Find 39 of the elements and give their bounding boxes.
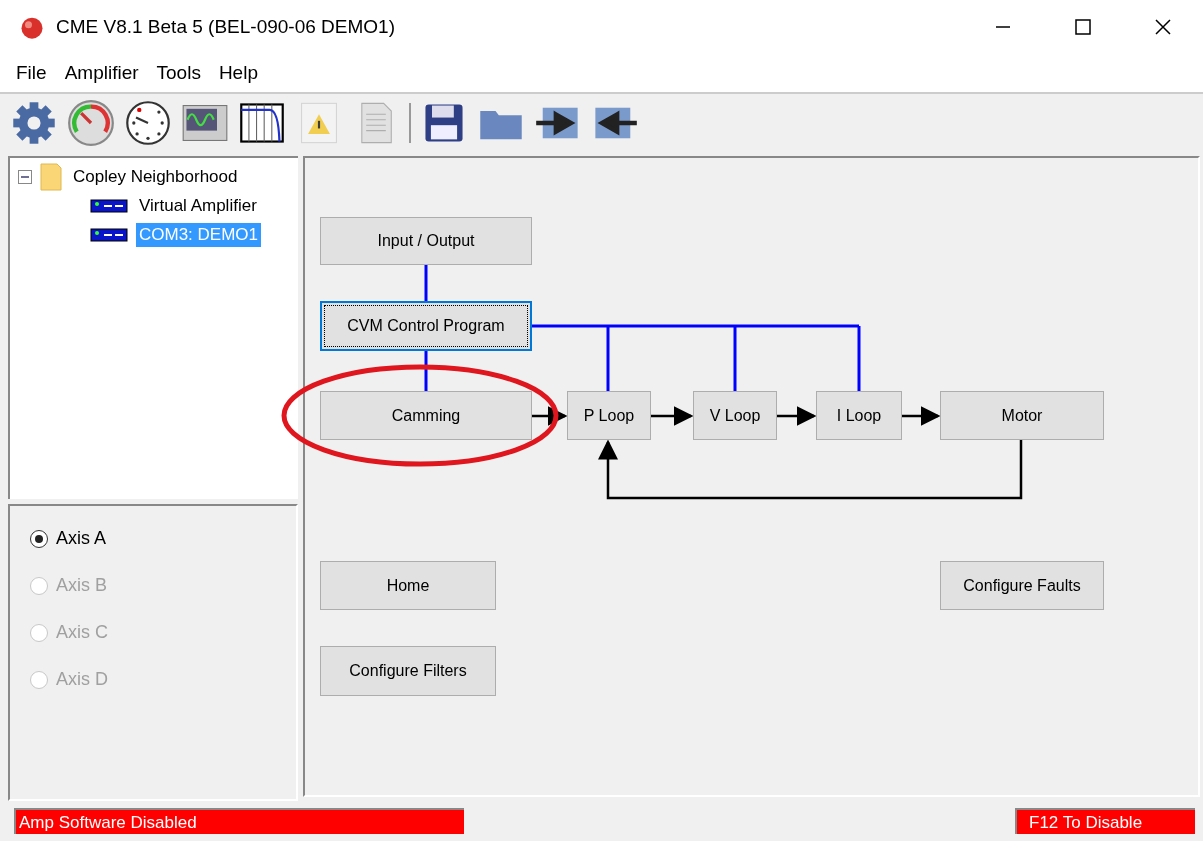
block-button[interactable]: Input / Output xyxy=(320,217,532,265)
close-icon[interactable] xyxy=(1153,17,1173,37)
amplifier-icon xyxy=(90,227,128,242)
radio-label: Axis A xyxy=(56,528,107,549)
connector-line xyxy=(424,351,428,391)
amplifier-icon xyxy=(90,198,128,213)
block-button[interactable]: P Loop xyxy=(567,391,651,440)
radio-label: Axis C xyxy=(56,622,108,643)
block-button[interactable]: Configure Filters xyxy=(320,646,496,696)
arrow xyxy=(777,406,817,426)
radio-label: Axis B xyxy=(56,575,107,596)
block-button[interactable]: Configure Faults xyxy=(940,561,1104,610)
menu-item[interactable]: File xyxy=(8,62,57,84)
menu-item[interactable]: Help xyxy=(210,62,268,84)
menu-item[interactable]: Tools xyxy=(148,62,211,84)
arrow xyxy=(902,406,941,426)
maximize-icon[interactable] xyxy=(1073,17,1093,37)
collapse-toggle-icon[interactable] xyxy=(18,169,32,184)
block-button[interactable]: V Loop xyxy=(693,391,777,440)
tree-item[interactable]: Virtual Amplifier xyxy=(136,193,260,218)
arrow xyxy=(651,406,694,426)
radio-button[interactable] xyxy=(30,529,48,548)
folder-icon xyxy=(40,162,62,191)
arrow xyxy=(532,406,568,426)
gauge-icon[interactable] xyxy=(67,99,115,147)
block-button[interactable]: Home xyxy=(320,561,496,610)
window-title: CME V8.1 Beta 5 (BEL-090-06 DEMO1) xyxy=(56,16,396,38)
menu-item[interactable]: Amplifier xyxy=(56,62,149,84)
status-message: Amp Software Disabled xyxy=(14,808,464,834)
block-button[interactable]: Camming xyxy=(320,391,532,440)
settings-icon[interactable] xyxy=(10,99,58,147)
radio-label: Axis D xyxy=(56,669,108,690)
connector-line xyxy=(424,265,428,301)
block-button[interactable]: CVM Control Program xyxy=(320,301,532,351)
clock-icon[interactable] xyxy=(124,99,172,147)
tree-item[interactable]: Copley Neighborhood xyxy=(70,164,241,189)
block-button[interactable]: I Loop xyxy=(816,391,902,440)
status-hint: F12 To Disable xyxy=(1015,808,1195,834)
block-button[interactable]: Motor xyxy=(940,391,1104,440)
